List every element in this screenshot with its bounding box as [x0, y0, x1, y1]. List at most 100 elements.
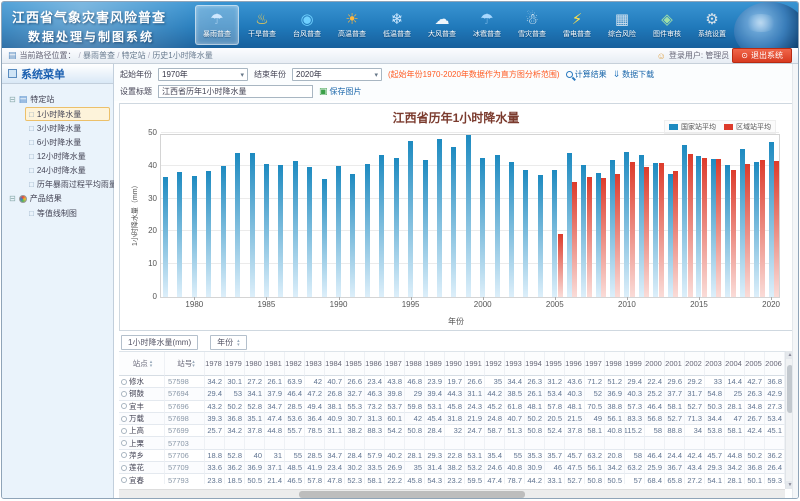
table-row-宜春[interactable]: 宜春5779323.818.550.521.446.557.847.852.35… — [119, 474, 793, 484]
station-name-cell[interactable]: 宜丰 — [119, 401, 165, 413]
tree-item-6小时降水量[interactable]: □6小时降水量 — [25, 135, 110, 149]
end-year-select[interactable]: 2020年 ▾ — [292, 68, 382, 81]
station-radio[interactable] — [121, 465, 127, 471]
year-column-header[interactable]: 2006 — [765, 352, 785, 376]
station-name-cell[interactable]: 铜鼓 — [119, 388, 165, 400]
nav-item-图件审核[interactable]: ◈图件审核 — [645, 5, 689, 45]
station-radio[interactable] — [121, 403, 127, 409]
year-column-header[interactable]: 2001 — [665, 352, 685, 376]
year-column-header[interactable]: 2005 — [745, 352, 765, 376]
nav-item-大风普查[interactable]: ☁大风普查 — [420, 5, 464, 45]
tree-item-历年暴雨过程平均雨量[interactable]: □历年暴雨过程平均雨量 — [25, 177, 110, 191]
collapse-icon[interactable]: ⊟ — [9, 194, 16, 203]
year-field-chip[interactable]: 年份 ▴▾ — [210, 335, 247, 350]
calculate-button[interactable]: 计算结果 — [566, 69, 607, 80]
station-radio[interactable] — [121, 416, 127, 422]
logout-button[interactable]: ⊙ 退出系统 — [732, 48, 792, 63]
data-download-button[interactable]: ⇓ 数据下载 — [613, 69, 655, 80]
tree-item-1小时降水量[interactable]: □1小时降水量 — [25, 107, 110, 121]
year-column-header[interactable]: 1982 — [285, 352, 305, 376]
nav-item-暴雨普查[interactable]: ☂暴雨普查 — [195, 5, 239, 45]
year-column-header[interactable]: 2000 — [645, 352, 665, 376]
table-row-修水[interactable]: 修水5759834.230.127.226.163.94240.726.623.… — [119, 376, 793, 388]
table-row-铜鼓[interactable]: 铜鼓5769429.45334.137.946.447.226.832.746.… — [119, 388, 793, 400]
breadcrumb-item[interactable]: 历史1小时降水量 — [152, 51, 212, 60]
collapse-icon[interactable]: ⊟ — [9, 95, 16, 104]
year-column-header[interactable]: 1995 — [545, 352, 565, 376]
station-radio[interactable] — [121, 428, 127, 434]
station-column-header[interactable]: 站点▴▾ — [119, 352, 165, 376]
tree-group-产品结果[interactable]: ⊟产品结果 — [5, 191, 110, 206]
year-column-header[interactable]: 1997 — [585, 352, 605, 376]
station-radio[interactable] — [121, 379, 127, 385]
year-column-header[interactable]: 1999 — [625, 352, 645, 376]
tree-item-24小时降水量[interactable]: □24小时降水量 — [25, 163, 110, 177]
value-cell: 58 — [625, 450, 645, 462]
year-column-header[interactable]: 1993 — [505, 352, 525, 376]
year-column-header[interactable]: 1988 — [405, 352, 425, 376]
nav-item-雪灾普查[interactable]: ☃雪灾普查 — [510, 5, 554, 45]
breadcrumb-item[interactable]: 暴雨普查 — [83, 51, 115, 60]
year-column-header[interactable]: 1985 — [345, 352, 365, 376]
table-row-萍乡[interactable]: 萍乡5770618.852.840315528.534.728.457.940.… — [119, 450, 793, 462]
year-column-header[interactable]: 2003 — [705, 352, 725, 376]
station-radio[interactable] — [121, 452, 127, 458]
table-horizontal-scrollbar[interactable] — [119, 489, 785, 498]
nav-item-干旱普查[interactable]: ♨干旱普查 — [240, 5, 284, 45]
station-name-cell[interactable]: 修水 — [119, 376, 165, 388]
value-cell: 44.8 — [725, 450, 745, 462]
nav-item-高温普查[interactable]: ☀高温普查 — [330, 5, 374, 45]
station-radio[interactable] — [121, 440, 127, 446]
value-cell: 34.2 — [205, 376, 225, 388]
year-column-header[interactable]: 1981 — [265, 352, 285, 376]
table-row-上栗[interactable]: 上栗57703 — [119, 437, 793, 449]
station-radio[interactable] — [121, 477, 127, 483]
save-image-button[interactable]: ▣ 保存图片 — [319, 86, 362, 97]
nav-item-系统设置[interactable]: ⚙系统设置 — [690, 5, 734, 45]
scrollbar-thumb[interactable] — [299, 491, 525, 498]
value-cell: 34.4 — [505, 376, 525, 388]
year-column-header[interactable]: 1980 — [245, 352, 265, 376]
nav-item-雷电普查[interactable]: ⚡雷电普查 — [555, 5, 599, 45]
nav-item-冰雹普查[interactable]: ☂冰雹普查 — [465, 5, 509, 45]
station-name-cell[interactable]: 上栗 — [119, 437, 165, 449]
year-column-header[interactable]: 2004 — [725, 352, 745, 376]
year-column-header[interactable]: 1990 — [445, 352, 465, 376]
chart-title-input[interactable] — [158, 85, 313, 98]
year-column-header[interactable]: 1998 — [605, 352, 625, 376]
nav-item-台风普查[interactable]: ◉台风普查 — [285, 5, 329, 45]
year-column-header[interactable]: 1992 — [485, 352, 505, 376]
unit-chip[interactable]: 1小时降水量(mm) — [121, 335, 198, 350]
year-column-header[interactable]: 1979 — [225, 352, 245, 376]
station-name-cell[interactable]: 宜春 — [119, 474, 165, 484]
table-row-宜丰[interactable]: 宜丰5769643.250.252.834.728.549.438.155.37… — [119, 401, 793, 413]
year-column-header[interactable]: 1983 — [305, 352, 325, 376]
station-name-cell[interactable]: 莲花 — [119, 462, 165, 474]
tree-item-12小时降水量[interactable]: □12小时降水量 — [25, 149, 110, 163]
year-column-header[interactable]: 1986 — [365, 352, 385, 376]
year-column-header[interactable]: 1994 — [525, 352, 545, 376]
main-scrollbar[interactable] — [792, 64, 798, 498]
year-column-header[interactable]: 1989 — [425, 352, 445, 376]
year-column-header[interactable]: 1996 — [565, 352, 585, 376]
year-column-header[interactable]: 2002 — [685, 352, 705, 376]
tree-item-3小时降水量[interactable]: □3小时降水量 — [25, 121, 110, 135]
station-radio[interactable] — [121, 391, 127, 397]
nav-item-低温普查[interactable]: ❄低温普查 — [375, 5, 419, 45]
year-column-header[interactable]: 1978 — [205, 352, 225, 376]
table-row-莲花[interactable]: 莲花5770933.636.236.937.148.541.923.430.23… — [119, 462, 793, 474]
tree-group-特定站[interactable]: ⊟▤特定站 — [5, 92, 110, 107]
nav-item-综合风险[interactable]: ▦综合风险 — [600, 5, 644, 45]
year-column-header[interactable]: 1991 — [465, 352, 485, 376]
start-year-select[interactable]: 1970年 ▾ — [158, 68, 248, 81]
year-column-header[interactable]: 1987 — [385, 352, 405, 376]
station-id-column-header[interactable]: 站号▴▾ — [165, 352, 205, 376]
table-row-万载[interactable]: 万载5769839.336.835.147.453.636.440.930.73… — [119, 413, 793, 425]
station-name-cell[interactable]: 萍乡 — [119, 450, 165, 462]
station-name-cell[interactable]: 万载 — [119, 413, 165, 425]
breadcrumb-item[interactable]: 特定站 — [122, 51, 146, 60]
year-column-header[interactable]: 1984 — [325, 352, 345, 376]
tree-item-等值线制图[interactable]: □等值线制图 — [25, 206, 110, 220]
station-name-cell[interactable]: 上高 — [119, 425, 165, 437]
table-row-上高[interactable]: 上高5769925.734.237.844.855.778.531.138.28… — [119, 425, 793, 437]
